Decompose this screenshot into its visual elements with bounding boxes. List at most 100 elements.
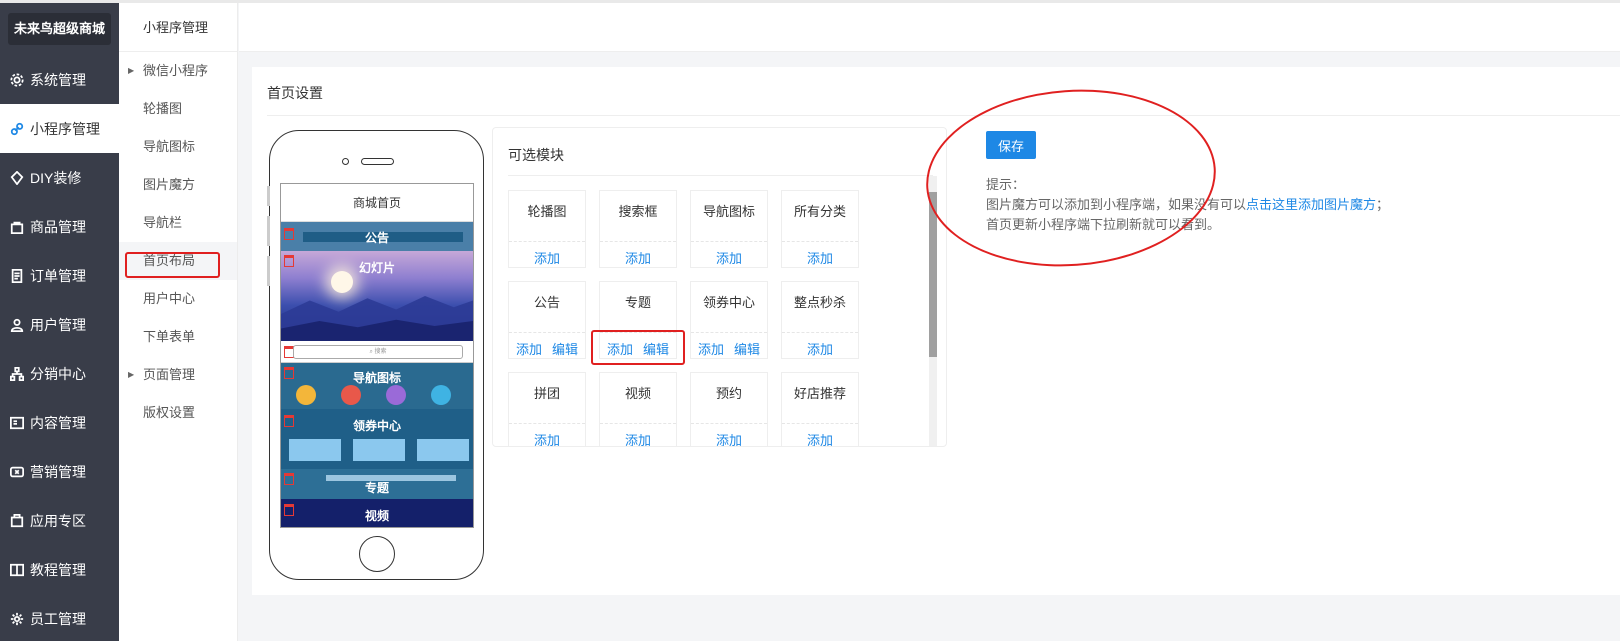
divider (691, 332, 767, 333)
preview-module-topic[interactable]: 专题 (281, 469, 473, 499)
phone-side-button (267, 216, 270, 246)
add-module-button[interactable]: 添加 (625, 251, 651, 266)
edit-module-button[interactable]: 编辑 (552, 342, 578, 357)
module-card: 整点秒杀 添加 (781, 281, 859, 359)
module-card-actions: 添加 (782, 248, 858, 267)
submenu-item-label: 导航栏 (143, 215, 183, 230)
top-header (239, 3, 1620, 52)
page-title: 首页设置 (267, 85, 323, 101)
coupon-ticket (353, 439, 405, 461)
module-card-name: 好店推荐 (793, 386, 846, 401)
order-icon (9, 268, 25, 284)
preview-module-video[interactable]: 视频 (281, 499, 473, 527)
sub-sidebar: 小程序管理 ▶ 微信小程序 轮播图 导航图标 图片魔方 导航栏 首页布局 用户中心 下单表单 ▶ 页… (119, 3, 238, 641)
sidebar-item-9[interactable]: 应用专区 (0, 496, 119, 545)
sidebar-item-2[interactable]: DIY装修 (0, 153, 119, 202)
preview-module-nav-icons[interactable]: 导航图标 (281, 363, 473, 409)
add-image-cube-link[interactable]: 点击这里添加图片魔方 (1246, 197, 1376, 212)
settings-icon (9, 611, 25, 627)
sidebar-item-7[interactable]: 内容管理 (0, 398, 119, 447)
module-label: 领券中心 (352, 419, 401, 433)
submenu-item-label: 轮播图 (143, 101, 183, 116)
preview-module-slideshow[interactable]: 幻灯片 (281, 251, 473, 341)
sidebar-item-3[interactable]: 商品管理 (0, 202, 119, 251)
optional-modules-panel: 可选模块 轮播图 添加 搜索框 添加 导航图标 添加 所有分类 添加 公告 添加 编辑 专题 添加 编辑领… (492, 127, 947, 447)
submenu-item-9[interactable]: 版权设置 (119, 394, 237, 432)
module-card: 搜索框 添加 (599, 190, 677, 268)
submenu-item-8[interactable]: ▶ 页面管理 (119, 356, 237, 394)
submenu-item-1[interactable]: 轮播图 (119, 90, 237, 128)
module-card-actions: 添加 (691, 430, 767, 446)
divider (267, 115, 1620, 116)
module-card: 拼团 添加 (508, 372, 586, 446)
submenu-list: ▶ 微信小程序 轮播图 导航图标 图片魔方 导航栏 首页布局 用户中心 下单表单 ▶ 页面管理 版权设… (119, 52, 237, 432)
module-label: 公告 (364, 231, 389, 245)
module-card-name: 整点秒杀 (793, 295, 846, 310)
network-icon (9, 366, 25, 382)
bag-icon (9, 219, 25, 235)
submenu-item-0[interactable]: ▶ 微信小程序 (119, 52, 237, 90)
submenu-item-label: 页面管理 (143, 367, 196, 382)
app-icon (9, 513, 25, 529)
module-card-name: 轮播图 (527, 204, 567, 219)
sidebar-item-label: 商品管理 (30, 218, 86, 235)
submenu-item-4[interactable]: 导航栏 (119, 204, 237, 242)
sidebar-item-label: 订单管理 (30, 267, 86, 284)
edit-module-button[interactable]: 编辑 (734, 342, 760, 357)
add-module-button[interactable]: 添加 (534, 251, 560, 266)
add-module-button[interactable]: 添加 (716, 433, 742, 446)
submenu-item-2[interactable]: 导航图标 (119, 128, 237, 166)
module-card: 领券中心 添加 编辑 (690, 281, 768, 359)
divider (782, 332, 858, 333)
add-module-button[interactable]: 添加 (516, 342, 542, 357)
sidebar-item-label: 小程序管理 (30, 120, 100, 137)
module-card-actions: 添加 (600, 248, 676, 267)
sidebar-item-11[interactable]: 员工管理 (0, 594, 119, 641)
nav-coin-icon (296, 385, 316, 405)
sidebar-item-label: DIY装修 (30, 169, 82, 186)
sidebar-item-10[interactable]: 教程管理 (0, 545, 119, 594)
submenu-item-6[interactable]: 用户中心 (119, 280, 237, 318)
divider (509, 332, 585, 333)
sidebar-item-6[interactable]: 分销中心 (0, 349, 119, 398)
sidebar-item-4[interactable]: 订单管理 (0, 251, 119, 300)
brand-logo[interactable]: 未来鸟超级商城 (8, 13, 111, 45)
module-card-actions: 添加 (509, 248, 585, 267)
main-sidebar: 未来鸟超级商城 系统管理小程序管理 DIY装修商品管理订单管理用户管理分销中心内容… (0, 3, 119, 641)
sidebar-item-1[interactable]: 小程序管理 (0, 104, 119, 153)
add-module-button[interactable]: 添加 (716, 251, 742, 266)
submenu-item-7[interactable]: 下单表单 (119, 318, 237, 356)
sidebar-item-label: 内容管理 (30, 414, 86, 431)
module-card-actions: 添加 (691, 248, 767, 267)
nav-gift-icon (386, 385, 406, 405)
preview-module-notice[interactable]: 公告 (281, 222, 473, 251)
add-module-button[interactable]: 添加 (625, 433, 651, 446)
sidebar-item-label: 分销中心 (30, 365, 86, 382)
module-card-actions: 添加 (509, 430, 585, 446)
phone-screen: 商城首页 公告 幻灯片 ⌕ 搜索 导航图标 领券中心 专题 视频 (280, 183, 474, 528)
add-module-button[interactable]: 添加 (807, 433, 833, 446)
module-card: 预约 添加 (690, 372, 768, 446)
divider (509, 423, 585, 424)
module-card: 导航图标 添加 (690, 190, 768, 268)
preview-module-coupon-center[interactable]: 领券中心 (281, 409, 473, 469)
sidebar-item-5[interactable]: 用户管理 (0, 300, 119, 349)
preview-module-search[interactable]: ⌕ 搜索 (281, 341, 473, 363)
add-module-button[interactable]: 添加 (698, 342, 724, 357)
add-module-button[interactable]: 添加 (807, 251, 833, 266)
module-card-name: 视频 (624, 386, 651, 401)
nav-document-icon (431, 385, 451, 405)
module-card: 轮播图 添加 (508, 190, 586, 268)
submenu-item-3[interactable]: 图片魔方 (119, 166, 237, 204)
module-card-actions: 添加 编辑 (509, 339, 585, 358)
phone-side-button (267, 186, 270, 206)
sidebar-item-8[interactable]: 营销管理 (0, 447, 119, 496)
expand-arrow-icon[interactable]: ▶ (128, 356, 134, 394)
modules-title: 可选模块 (508, 147, 564, 163)
module-card-name: 预约 (715, 386, 742, 401)
phone-side-button (267, 256, 270, 286)
sidebar-item-0[interactable]: 系统管理 (0, 55, 119, 104)
add-module-button[interactable]: 添加 (807, 342, 833, 357)
add-module-button[interactable]: 添加 (534, 433, 560, 446)
expand-arrow-icon[interactable]: ▶ (128, 52, 134, 90)
